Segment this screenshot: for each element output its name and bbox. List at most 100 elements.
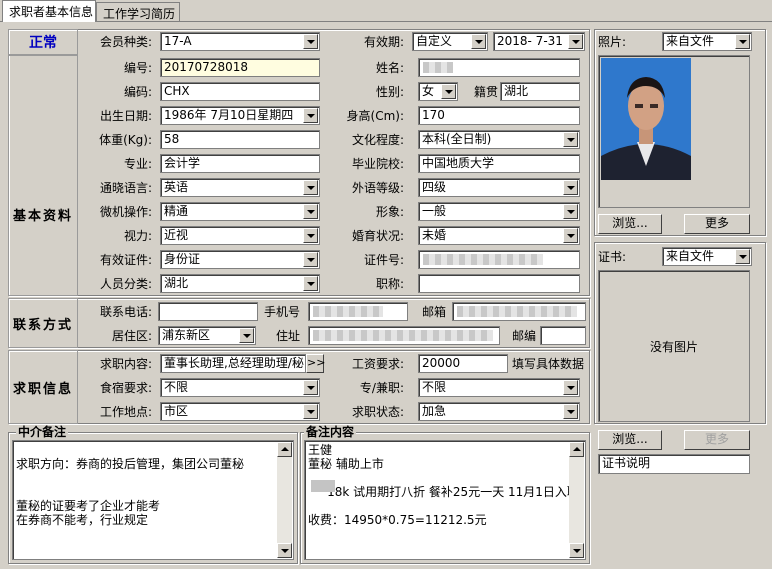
photo-source-select[interactable]: 来自文件 [662, 32, 752, 51]
chevron-down-icon[interactable] [563, 132, 578, 147]
chevron-down-icon[interactable] [735, 249, 750, 264]
pc-select[interactable]: 精通 [160, 202, 320, 221]
langlvl-select[interactable]: 四级 [418, 178, 580, 197]
certificate-more-button[interactable]: 更多 [684, 430, 750, 450]
chevron-down-icon[interactable] [239, 328, 254, 343]
chevron-down-icon[interactable] [303, 180, 318, 195]
chevron-down-icon[interactable] [568, 34, 583, 49]
edu-select[interactable]: 本科(全日制) [418, 130, 580, 149]
native-field[interactable]: 湖北 [500, 82, 580, 101]
edu-label: 文化程度: [351, 133, 404, 147]
photo-more-button[interactable]: 更多 [684, 214, 750, 234]
mobile-label: 手机号 [263, 305, 300, 319]
id-field[interactable]: 20170728018 [160, 58, 320, 77]
chevron-down-icon[interactable] [563, 228, 578, 243]
job-content-label: 求职内容: [99, 357, 152, 371]
chevron-down-icon[interactable] [303, 380, 318, 395]
valid-date-picker[interactable]: 2018- 7-31 [493, 32, 585, 51]
certificate-empty-text: 没有图片 [649, 340, 698, 354]
birth-label: 出生日期: [99, 109, 152, 123]
birth-date-picker[interactable]: 1986年 7月10日星期四 [160, 106, 320, 125]
agent-note-textarea[interactable]: 求职方向：券商的投后管理，集团公司董秘 董秘的证要考了企业才能考 在券商不能考，… [12, 440, 294, 560]
remark-scrollbar[interactable] [569, 442, 584, 558]
major-field[interactable]: 会计学 [160, 154, 320, 173]
mobile-field[interactable] [308, 302, 408, 321]
valid-mode-select[interactable]: 自定义 [412, 32, 488, 51]
tab-resume[interactable]: 工作学习简历 [96, 2, 180, 22]
state-select[interactable]: 加急 [418, 402, 580, 421]
job-title-field[interactable] [418, 274, 580, 293]
chevron-down-icon[interactable] [303, 404, 318, 419]
chevron-down-icon[interactable] [563, 204, 578, 219]
agent-note-scrollbar[interactable] [277, 442, 292, 558]
contact-section-title: 联系方式 [12, 318, 73, 333]
lang-label: 通晓语言: [99, 181, 152, 195]
cert-type-select[interactable]: 身份证 [160, 250, 320, 269]
look-select[interactable]: 一般 [418, 202, 580, 221]
board-select[interactable]: 不限 [160, 378, 320, 397]
member-type-select[interactable]: 17-A [160, 32, 320, 51]
chevron-down-icon[interactable] [735, 34, 750, 49]
major-label: 专业: [123, 157, 152, 171]
certificate-source-select[interactable]: 来自文件 [662, 247, 752, 266]
zip-label: 邮编 [511, 329, 536, 343]
school-field[interactable]: 中国地质大学 [418, 154, 580, 173]
remark-textarea[interactable]: 王健 董秘 辅助上市 18k 试用期打八折 餐补25元一天 11月1日入职 收费… [304, 440, 586, 560]
email-label: 邮箱 [421, 305, 446, 319]
job-content-field[interactable]: 董事长助理,总经理助理/秘 [160, 354, 306, 373]
parttime-label: 专/兼职: [359, 381, 404, 395]
height-label: 身高(Cm): [346, 109, 404, 123]
address-field[interactable] [308, 326, 500, 345]
name-field[interactable] [418, 58, 580, 77]
parttime-select[interactable]: 不限 [418, 378, 580, 397]
chevron-down-icon[interactable] [303, 204, 318, 219]
vision-select[interactable]: 近视 [160, 226, 320, 245]
look-label: 形象: [375, 205, 404, 219]
state-label: 求职状态: [351, 405, 404, 419]
tab-basic-info[interactable]: 求职者基本信息 [2, 0, 96, 22]
category-select[interactable]: 湖北 [160, 274, 320, 293]
phone-field[interactable] [158, 302, 258, 321]
gender-select[interactable]: 女 [418, 82, 458, 101]
remark-text: 王健 董秘 辅助上市 18k 试用期打八折 餐补25元一天 11月1日入职 收费… [308, 443, 579, 527]
code-field[interactable]: CHX [160, 82, 320, 101]
certificate-desc-field[interactable]: 证书说明 [598, 454, 750, 474]
gender-label: 性别: [375, 85, 404, 99]
pc-label: 微机操作: [99, 205, 152, 219]
photo-label: 照片: [598, 35, 627, 49]
board-label: 食宿要求: [99, 381, 152, 395]
chevron-down-icon[interactable] [441, 84, 456, 99]
certificate-browse-button[interactable]: 浏览... [598, 430, 662, 450]
chevron-down-icon[interactable] [303, 34, 318, 49]
chevron-down-icon[interactable] [303, 276, 318, 291]
salary-field[interactable]: 20000 [418, 354, 508, 373]
native-label: 籍贯 [473, 85, 498, 99]
chevron-down-icon[interactable] [303, 252, 318, 267]
job-title-label: 职称: [375, 277, 404, 291]
height-field[interactable]: 170 [418, 106, 580, 125]
chevron-down-icon[interactable] [563, 404, 578, 419]
cert-no-field[interactable] [418, 250, 580, 269]
job-content-more-button[interactable]: >> [306, 354, 325, 373]
basic-section-title: 基本资料 [12, 209, 73, 224]
chevron-down-icon[interactable] [303, 108, 318, 123]
chevron-down-icon[interactable] [303, 228, 318, 243]
salary-label: 工资要求: [351, 357, 404, 371]
certificate-label: 证书: [598, 250, 627, 264]
chevron-down-icon[interactable] [563, 180, 578, 195]
code-label: 编码: [123, 85, 152, 99]
lang-select[interactable]: 英语 [160, 178, 320, 197]
photo-browse-button[interactable]: 浏览... [598, 214, 662, 234]
langlvl-label: 外语等级: [351, 181, 404, 195]
weight-field[interactable]: 58 [160, 130, 320, 149]
email-field[interactable] [452, 302, 586, 321]
marital-select[interactable]: 未婚 [418, 226, 580, 245]
place-select[interactable]: 市区 [160, 402, 320, 421]
chevron-down-icon[interactable] [471, 34, 486, 49]
chevron-down-icon[interactable] [563, 380, 578, 395]
agent-note-text: 求职方向：券商的投后管理，集团公司董秘 董秘的证要考了企业才能考 在券商不能考，… [16, 457, 245, 527]
school-label: 毕业院校: [351, 157, 404, 171]
area-label: 居住区: [111, 329, 152, 343]
zip-field[interactable] [540, 326, 586, 345]
area-select[interactable]: 浦东新区 [158, 326, 256, 345]
